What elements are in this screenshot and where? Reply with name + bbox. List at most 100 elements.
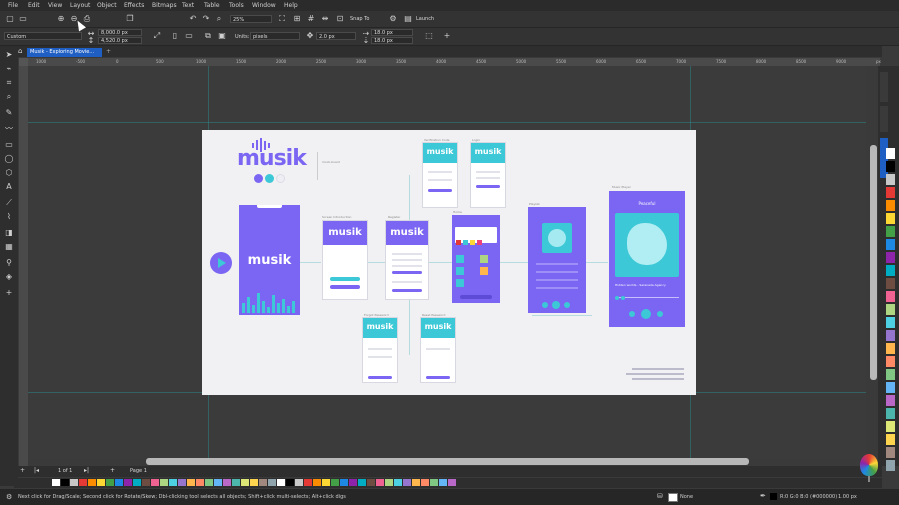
add-page-icon[interactable]: + [20,467,25,474]
page-height-field[interactable]: 4,520.0 px [98,37,142,44]
page-preset-select[interactable]: Custom [4,32,82,40]
copy-icon[interactable]: ❐ [125,14,135,24]
page-width-field[interactable]: 8,000.0 px [98,29,142,36]
menu-view[interactable]: View [48,2,62,9]
palette-swatch[interactable] [886,148,895,159]
portrait-icon[interactable]: ▯ [170,31,180,41]
palette-swatch[interactable] [430,479,438,486]
shape-tool-icon[interactable]: ⌁ [4,64,14,74]
palette-swatch[interactable] [886,265,895,276]
transparency-icon[interactable]: ▦ [4,242,14,252]
palette-swatch[interactable] [124,479,132,486]
palette-swatch[interactable] [70,479,78,486]
palette-swatch[interactable] [187,479,195,486]
snap-icon[interactable]: ⊡ [335,14,345,24]
palette-swatch[interactable] [886,213,895,224]
palette-swatch[interactable] [178,479,186,486]
page-frame-icon[interactable]: ⬚ [424,31,434,41]
import-icon[interactable]: ⊕ [56,14,66,24]
landscape-icon[interactable]: ▭ [184,31,194,41]
horizontal-scrollbar[interactable] [146,458,749,465]
palette-swatch[interactable] [214,479,222,486]
undo-icon[interactable]: ↶ [188,14,198,24]
palette-swatch[interactable] [160,479,168,486]
palette-swatch[interactable] [886,174,895,185]
document-tab[interactable]: Musik - Exploring Movie... [27,48,102,57]
palette-swatch[interactable] [169,479,177,486]
palette-swatch[interactable] [205,479,213,486]
palette-swatch[interactable] [385,479,393,486]
palette-swatch[interactable] [439,479,447,486]
zoom-tool-icon[interactable]: ⌕ [4,92,14,102]
fill-bucket-icon[interactable]: ⛁ [657,492,663,500]
first-page-icon[interactable]: |◂ [34,467,39,474]
menu-bitmaps[interactable]: Bitmaps [152,2,177,9]
palette-swatch[interactable] [886,317,895,328]
add-tab-icon[interactable]: + [106,48,111,55]
duplicate-y-field[interactable]: 18.0 px [371,37,413,44]
palette-swatch[interactable] [886,343,895,354]
ruler-origin[interactable] [19,58,28,66]
palette-swatch[interactable] [412,479,420,486]
palette-swatch[interactable] [97,479,105,486]
outline-pen-icon[interactable]: ✒ [760,492,766,500]
palette-swatch[interactable] [304,479,312,486]
menu-edit[interactable]: Edit [28,2,40,9]
palette-swatch[interactable] [259,479,267,486]
menu-help[interactable]: Help [284,2,298,9]
palette-swatch[interactable] [886,187,895,198]
menu-object[interactable]: Object [97,2,117,9]
palette-swatch[interactable] [886,200,895,211]
palette-swatch[interactable] [367,479,375,486]
palette-swatch[interactable] [886,304,895,315]
menu-file[interactable]: File [8,2,18,9]
menu-text[interactable]: Text [182,2,194,9]
palette-swatch[interactable] [376,479,384,486]
palette-swatch[interactable] [358,479,366,486]
vertical-scrollbar[interactable] [870,145,877,380]
vertical-ruler[interactable] [19,58,28,468]
zoom-level-field[interactable]: 25% [230,15,272,23]
palette-swatch[interactable] [886,408,895,419]
ellipse-tool-icon[interactable]: ◯ [4,154,14,164]
palette-swatch[interactable] [151,479,159,486]
palette-swatch[interactable] [295,479,303,486]
current-page-icon[interactable]: ▣ [217,31,227,41]
palette-swatch[interactable] [241,479,249,486]
palette-swatch[interactable] [331,479,339,486]
horizontal-ruler[interactable]: 1000 -500 0 500 1000 1500 2000 2500 3000 3500 4000… [28,58,881,66]
menu-layout[interactable]: Layout [70,2,90,9]
show-rulers-icon[interactable]: ⊞ [292,14,302,24]
menu-window[interactable]: Window [252,2,276,9]
palette-swatch[interactable] [106,479,114,486]
palette-swatch[interactable] [886,369,895,380]
palette-swatch[interactable] [886,226,895,237]
add-page-end-icon[interactable]: + [110,467,115,474]
text-tool-icon[interactable]: A [4,182,14,192]
rectangle-tool-icon[interactable]: ▭ [4,140,14,150]
duplicate-x-field[interactable]: 18.0 px [371,29,413,36]
palette-swatch[interactable] [886,239,895,250]
palette-swatch[interactable] [250,479,258,486]
palette-swatch[interactable] [142,479,150,486]
open-folder-icon[interactable]: ▭ [18,14,28,24]
search-content-icon[interactable]: ⌕ [214,14,224,24]
add-tool-icon[interactable]: + [4,288,14,298]
show-guides-icon[interactable]: ⇹ [320,14,330,24]
page-tab[interactable]: Page 1 [130,468,147,474]
new-document-icon[interactable]: ▢ [5,14,15,24]
palette-swatch[interactable] [886,291,895,302]
drop-shadow-icon[interactable]: ◨ [4,228,14,238]
palette-swatch[interactable] [115,479,123,486]
units-select[interactable]: pixels [250,32,300,40]
palette-swatch[interactable] [886,460,895,471]
snap-to-dropdown[interactable]: Snap To [350,16,369,22]
settings-gear-icon[interactable]: ⚙ [6,493,12,501]
page-artboard[interactable]: musik mock-board musik Screen Introducti… [202,130,696,395]
eyedropper-icon[interactable]: ⚲ [4,258,14,268]
redo-icon[interactable]: ↷ [201,14,211,24]
palette-swatch[interactable] [196,479,204,486]
palette-swatch[interactable] [79,479,87,486]
palette-swatch[interactable] [286,479,294,486]
add-plus-icon[interactable]: + [442,31,452,41]
